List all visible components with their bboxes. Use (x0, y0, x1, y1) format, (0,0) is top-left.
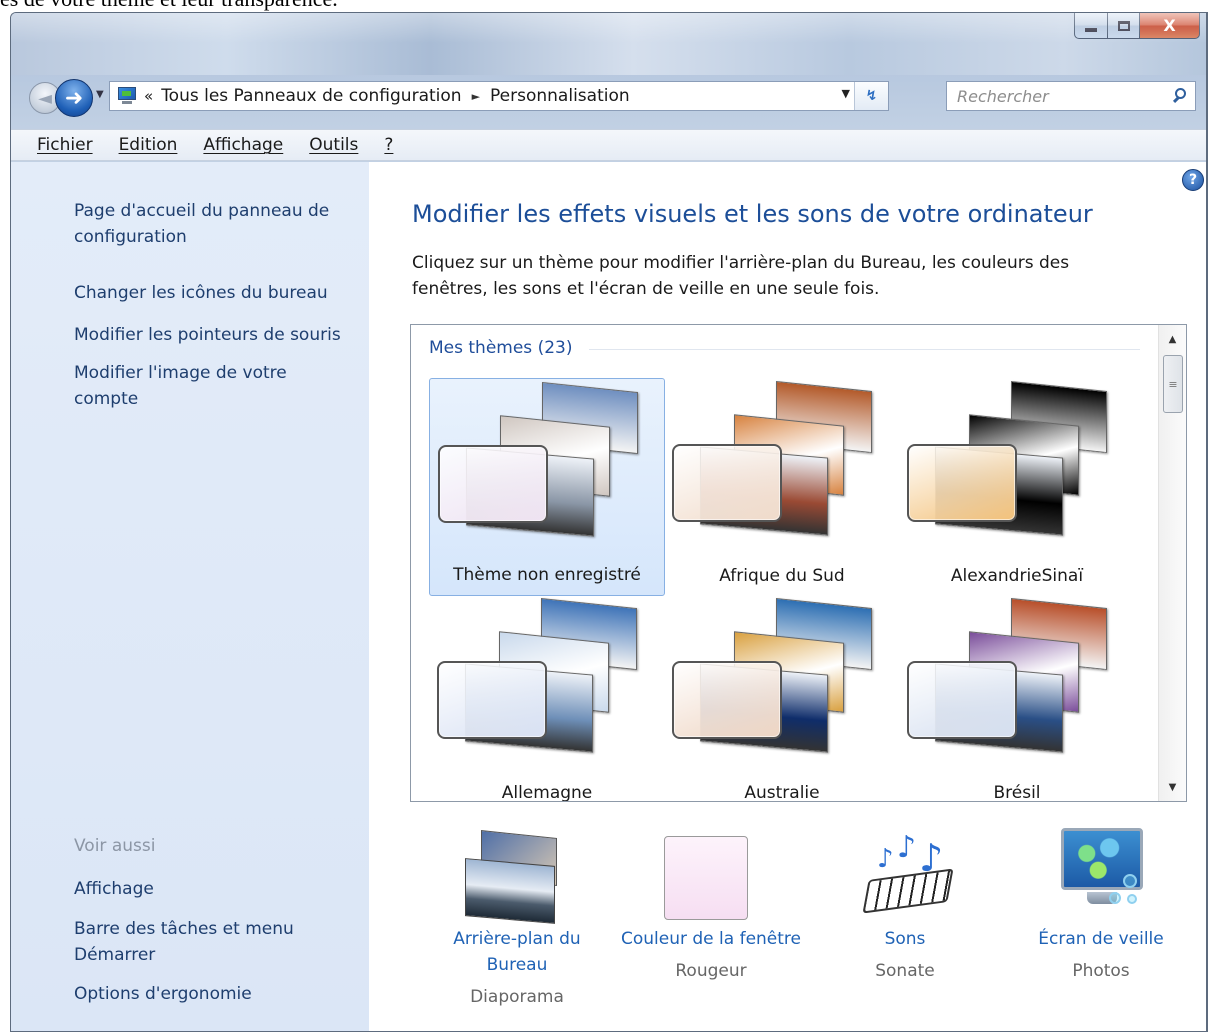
page-title: Modifier les effets visuels et les sons … (412, 200, 1093, 228)
theme-tile[interactable]: Afrique du Sud (664, 378, 900, 596)
help-icon[interactable]: ? (1182, 169, 1204, 191)
see-also-ease-of-access[interactable]: Options d'ergonomie (74, 981, 252, 1007)
refresh-button[interactable]: ↯ (854, 82, 888, 110)
window-color-icon (611, 822, 811, 920)
theme-name: Thème non enregistré (453, 565, 641, 585)
theme-tile[interactable]: Allemagne (429, 595, 665, 802)
see-also-display[interactable]: Affichage (74, 876, 154, 902)
theme-name: Australie (744, 783, 820, 802)
window-buttons: X (1074, 13, 1200, 41)
desktop-background-value: Diaporama (470, 987, 564, 1007)
sounds-link[interactable]: Sons (805, 926, 1005, 952)
forward-button[interactable]: ➜ (55, 79, 93, 117)
minimize-icon (1085, 27, 1097, 32)
breadcrumb-personalization[interactable]: Personnalisation (490, 86, 630, 106)
forward-arrow-icon: ➜ (64, 85, 84, 111)
search-input[interactable] (947, 86, 1167, 106)
menu-fichier[interactable]: Fichier (37, 135, 93, 155)
content-area: ? Modifier les effets visuels et les son… (369, 162, 1208, 1031)
theme-name: Allemagne (501, 783, 593, 802)
sounds-setting[interactable]: ♪ ♪ ♪ Sons Sonate (805, 822, 1005, 984)
sidebar-link-desktop-icons[interactable]: Changer les icônes du bureau (74, 280, 328, 306)
sidebar-link-control-panel-home[interactable]: Page d'accueil du panneau de configurati… (74, 198, 364, 250)
sidebar-link-mouse-pointers[interactable]: Modifier les pointeurs de souris (74, 322, 341, 348)
sidebar-link-account-picture[interactable]: Modifier l'image de votre compte (74, 360, 324, 412)
theme-tile[interactable]: AlexandrieSinaï (899, 378, 1135, 596)
themes-list[interactable]: Mes thèmes (23) Thème non enregistré Afri… (410, 324, 1187, 802)
window-color-setting[interactable]: Couleur de la fenêtre Rougeur (611, 822, 811, 984)
personalization-window: X ◄ ➜ ▼ « Tous les Panneaux de configura… (10, 12, 1208, 1032)
search-box (946, 81, 1196, 111)
menu-affichage[interactable]: Affichage (203, 135, 283, 155)
window-color-value: Rougeur (675, 961, 747, 981)
intro-text: Cliquez sur un thème pour modifier l'arr… (412, 253, 1070, 299)
scrollbar-thumb[interactable]: ≡ (1163, 355, 1183, 413)
screen-saver-setting[interactable]: Écran de veille Photos (1001, 822, 1201, 984)
see-also-heading: Voir aussi (74, 836, 156, 856)
desktop-background-link[interactable]: Arrière-plan du Bureau (437, 926, 597, 978)
breadcrumb-separator-icon[interactable]: ► (472, 90, 480, 103)
task-pane: Page d'accueil du panneau de configurati… (11, 162, 369, 1031)
themes-scrollbar[interactable]: ▲ ≡ ▼ (1158, 325, 1186, 801)
maximize-button[interactable] (1108, 13, 1140, 39)
sounds-icon: ♪ ♪ ♪ (805, 822, 1005, 918)
theme-tile[interactable]: Australie (664, 595, 900, 802)
title-bar[interactable]: X (11, 13, 1208, 75)
menu-edition[interactable]: Edition (119, 135, 178, 155)
screen-saver-value: Photos (1072, 961, 1130, 981)
document-text: es de votre thème et leur transparence. (0, 0, 338, 12)
menu-bar: Fichier Edition Affichage Outils ? (11, 129, 1208, 161)
back-arrow-icon: ◄ (38, 87, 52, 109)
theme-name: AlexandrieSinaï (950, 566, 1084, 586)
address-row: ◄ ➜ ▼ « Tous les Panneaux de configurati… (11, 75, 1208, 117)
search-icon[interactable] (1167, 82, 1195, 110)
screen-saver-icon (1001, 822, 1201, 918)
minimize-button[interactable] (1074, 13, 1108, 39)
theme-settings: Arrière-plan du Bureau Diaporama Couleur… (369, 822, 1208, 1031)
window-color-link[interactable]: Couleur de la fenêtre (611, 926, 811, 952)
theme-tile[interactable]: Brésil (899, 595, 1135, 802)
close-icon: X (1163, 16, 1176, 35)
theme-name: Afrique du Sud (719, 566, 845, 586)
control-panel-icon (116, 87, 138, 105)
menu-outils[interactable]: Outils (309, 135, 358, 155)
screen-saver-link[interactable]: Écran de veille (1001, 926, 1201, 952)
group-label-my-themes: Mes thèmes (23) (429, 338, 573, 358)
scroll-down-icon[interactable]: ▼ (1159, 775, 1186, 799)
address-bar[interactable]: « Tous les Panneaux de configuration ► P… (109, 81, 889, 111)
maximize-icon (1117, 20, 1130, 31)
desktop-background-setting[interactable]: Arrière-plan du Bureau Diaporama (417, 822, 617, 1010)
address-chevron[interactable]: « (144, 87, 153, 105)
refresh-icon: ↯ (865, 88, 878, 104)
address-dropdown-icon[interactable]: ▼ (842, 87, 850, 100)
see-also-taskbar[interactable]: Barre des tâches et menu Démarrer (74, 916, 324, 968)
scroll-up-icon[interactable]: ▲ (1159, 327, 1186, 351)
recent-pages-dropdown[interactable]: ▼ (96, 89, 104, 100)
breadcrumb-control-panel[interactable]: Tous les Panneaux de configuration (161, 86, 461, 106)
menu-help[interactable]: ? (384, 135, 393, 155)
close-button[interactable]: X (1140, 13, 1200, 39)
group-divider (589, 349, 1140, 350)
theme-tile[interactable]: Thème non enregistré (429, 378, 665, 596)
desktop-background-icon (417, 822, 617, 924)
sounds-value: Sonate (875, 961, 935, 981)
theme-name: Brésil (993, 783, 1041, 802)
